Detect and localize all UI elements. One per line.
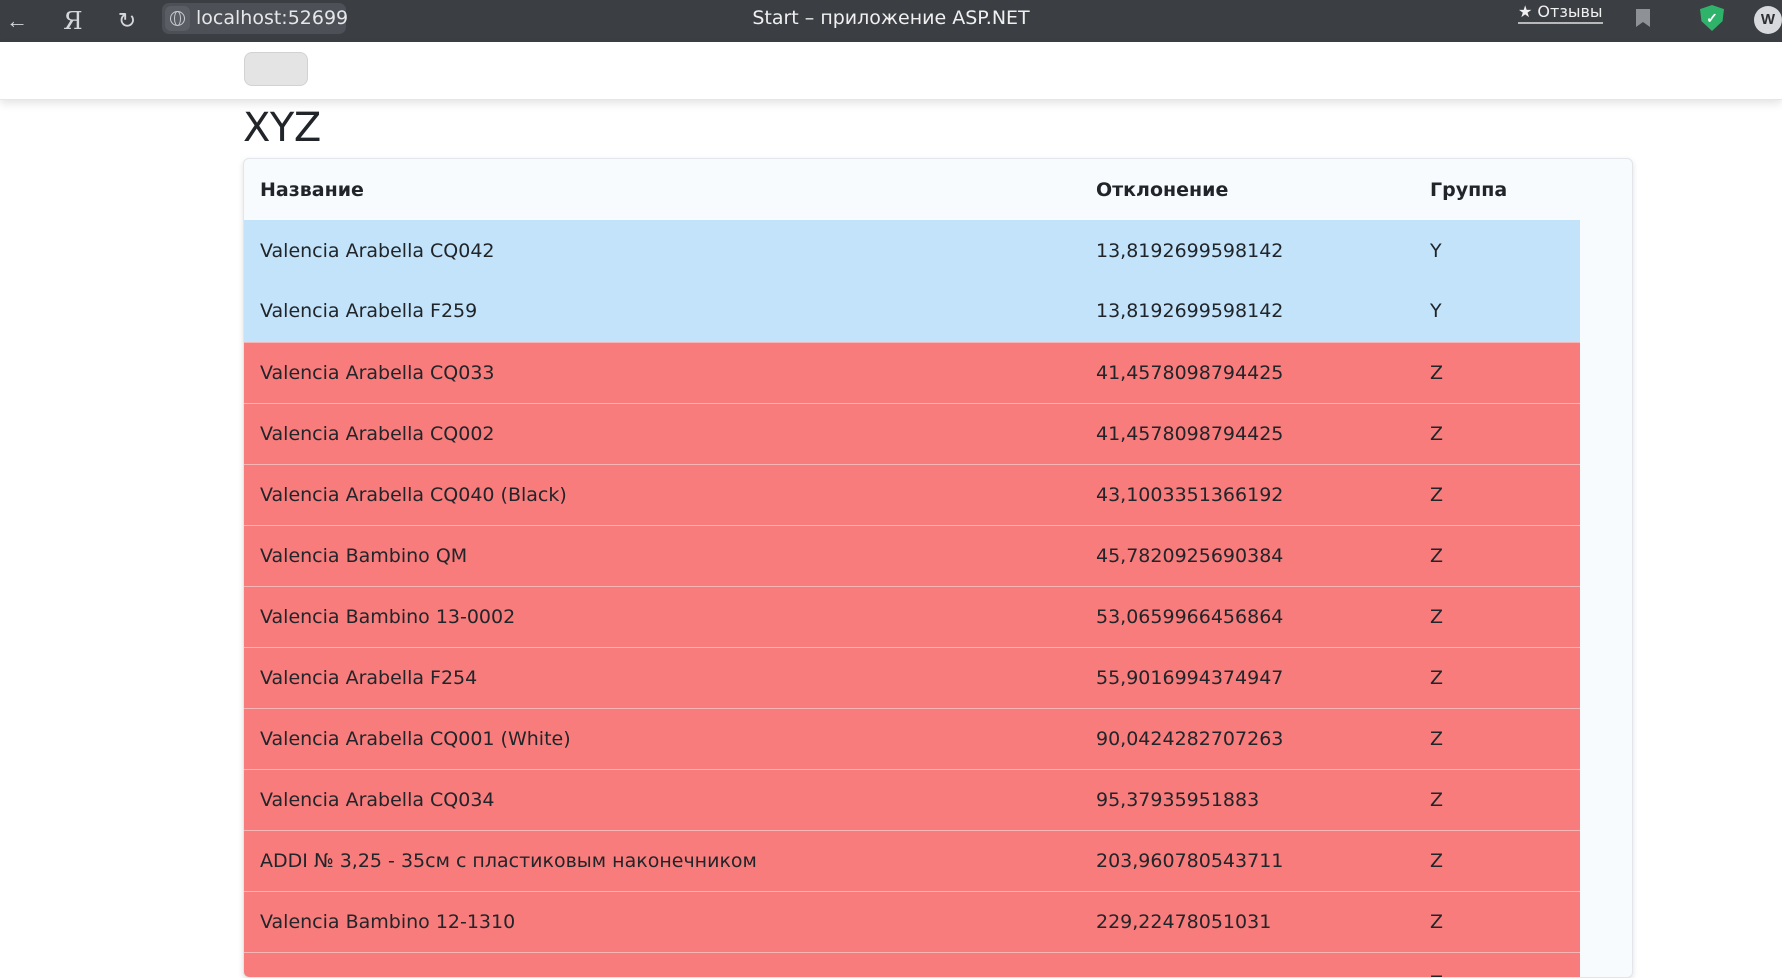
table-row[interactable]: Valencia Arabella CQ042 13,8192699598142 Y xyxy=(244,220,1580,281)
table-header-row: Название Отклонение Группа xyxy=(244,159,1580,220)
cell-group: Z xyxy=(1414,341,1580,403)
cell-group: Z xyxy=(1414,768,1580,830)
cell-name: Valencia Arabella CQ042 xyxy=(244,220,1080,281)
cell-deviation: 41,4578098794425 xyxy=(1080,341,1414,403)
browser-toolbar: ← Я ↻ localhost:52699 Start – приложение… xyxy=(0,0,1782,42)
cell-deviation: 229,22478051031 xyxy=(1080,890,1414,952)
table-row[interactable]: Valencia Bambino 13-0002 53,0659966456864… xyxy=(244,585,1580,647)
cell-deviation: 45,7820925690384 xyxy=(1080,524,1414,586)
cell-deviation: 53,0659966456864 xyxy=(1080,585,1414,647)
cell-name: Valencia Bambino 13-0002 xyxy=(244,585,1080,647)
results-card: Название Отклонение Группа Valencia Arab… xyxy=(243,158,1633,978)
cell-deviation: 95,37935951883 xyxy=(1080,768,1414,830)
table-row[interactable]: Valencia Arabella CQ033 41,4578098794425 Z xyxy=(244,341,1580,403)
table-row[interactable]: Valencia Arabella CQ002 41,4578098794425 Z xyxy=(244,402,1580,464)
cell-group: Z xyxy=(1414,585,1580,647)
table-row[interactable]: ADDI № 3,25 - 35см с пластиковым наконеч… xyxy=(244,829,1580,891)
cell-group: Z xyxy=(1414,646,1580,708)
cell-name: Valencia Arabella CQ040 (Black) xyxy=(244,463,1080,525)
cell-name: ADDI № 3,25 - 35см с пластиковым наконеч… xyxy=(244,829,1080,891)
table-row[interactable]: Valencia Bambino 12-1310 229,22478051031 Z xyxy=(244,890,1580,952)
table-row[interactable]: Valencia Arabella CQ034 95,37935951883 Z xyxy=(244,768,1580,830)
cell-name: Valencia Arabella CQ001 (White) xyxy=(244,707,1080,769)
cell-deviation: 13,8192699598142 xyxy=(1080,281,1414,342)
cell-group: Z xyxy=(1414,402,1580,464)
cell-deviation: 203,960780543711 xyxy=(1080,829,1414,891)
cell-deviation: 55,9016994374947 xyxy=(1080,646,1414,708)
cell-name xyxy=(244,951,1080,977)
cell-group: Z xyxy=(1414,951,1580,977)
table-row[interactable]: Valencia Bambino QM 45,7820925690384 Z xyxy=(244,524,1580,586)
table-body: Valencia Arabella CQ042 13,8192699598142 Y… xyxy=(244,220,1580,977)
cell-deviation: 43,1003351366192 xyxy=(1080,463,1414,525)
cell-name: Valencia Arabella F259 xyxy=(244,281,1080,342)
column-header-name[interactable]: Название xyxy=(244,159,1080,220)
cell-deviation: 13,8192699598142 xyxy=(1080,220,1414,281)
cell-group: Z xyxy=(1414,890,1580,952)
cell-deviation xyxy=(1080,951,1414,977)
page-title: XYZ xyxy=(243,105,321,151)
cell-deviation: 90,0424282707263 xyxy=(1080,707,1414,769)
table-row[interactable]: Z xyxy=(244,951,1580,977)
cell-group: Y xyxy=(1414,281,1580,342)
cell-group: Z xyxy=(1414,524,1580,586)
cell-name: Valencia Bambino 12-1310 xyxy=(244,890,1080,952)
table-row[interactable]: Valencia Arabella CQ040 (Black) 43,100335… xyxy=(244,463,1580,525)
xyz-table: Название Отклонение Группа Valencia Arab… xyxy=(244,159,1580,977)
table-row[interactable]: Valencia Arabella F254 55,9016994374947 Z xyxy=(244,646,1580,708)
cell-deviation: 41,4578098794425 xyxy=(1080,402,1414,464)
navbar-toggler-button[interactable] xyxy=(244,52,308,86)
column-header-group[interactable]: Группа xyxy=(1414,159,1580,220)
feedback-button[interactable]: ★ Отзывы xyxy=(1518,2,1603,24)
cell-name: Valencia Arabella CQ033 xyxy=(244,341,1080,403)
table-row[interactable]: Valencia Arabella F259 13,8192699598142 Y xyxy=(244,281,1580,342)
page-tab-title: Start – приложение ASP.NET xyxy=(752,7,1030,29)
cell-name: Valencia Arabella F254 xyxy=(244,646,1080,708)
cell-group: Z xyxy=(1414,463,1580,525)
cell-name: Valencia Arabella CQ002 xyxy=(244,402,1080,464)
column-header-deviation[interactable]: Отклонение xyxy=(1080,159,1414,220)
table-row[interactable]: Valencia Arabella CQ001 (White) 90,042428… xyxy=(244,707,1580,769)
cell-group: Z xyxy=(1414,707,1580,769)
cell-name: Valencia Bambino QM xyxy=(244,524,1080,586)
cell-group: Y xyxy=(1414,220,1580,281)
avatar[interactable]: W xyxy=(1754,6,1782,34)
cell-group: Z xyxy=(1414,829,1580,891)
site-navbar xyxy=(0,42,1782,100)
cell-name: Valencia Arabella CQ034 xyxy=(244,768,1080,830)
